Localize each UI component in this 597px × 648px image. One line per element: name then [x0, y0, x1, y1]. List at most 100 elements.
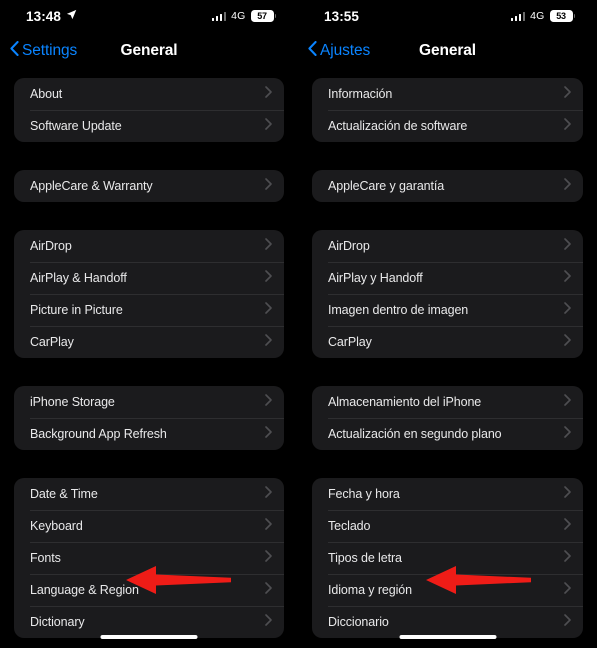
- settings-row-label: Dictionary: [30, 615, 85, 629]
- back-button[interactable]: Settings: [10, 41, 77, 61]
- settings-row[interactable]: Fecha y hora: [312, 478, 583, 510]
- settings-row[interactable]: Language & Region: [14, 574, 284, 606]
- settings-row-label: AirDrop: [30, 239, 72, 253]
- network-type: 4G: [530, 10, 545, 22]
- chevron-right-icon: [265, 177, 272, 195]
- chevron-right-icon: [564, 517, 571, 535]
- settings-row[interactable]: Fonts: [14, 542, 284, 574]
- chevron-right-icon: [265, 237, 272, 255]
- chevron-right-icon: [265, 117, 272, 135]
- status-bar-right: 4G 57: [211, 10, 276, 22]
- settings-list: About Software Update AppleCare & Warranty…: [0, 78, 298, 638]
- battery-body: 57: [250, 10, 274, 22]
- settings-row[interactable]: Picture in Picture: [14, 294, 284, 326]
- settings-group: Date & Time Keyboard Fonts Language & Regio…: [14, 478, 284, 638]
- settings-row[interactable]: CarPlay: [14, 326, 284, 358]
- settings-row[interactable]: Diccionario: [312, 606, 583, 638]
- settings-row[interactable]: Background App Refresh: [14, 418, 284, 450]
- status-time: 13:48: [26, 8, 62, 24]
- status-bar: 13:55 4G 53: [298, 0, 597, 32]
- chevron-right-icon: [265, 613, 272, 631]
- settings-row-label: Date & Time: [30, 487, 98, 501]
- chevron-right-icon: [564, 393, 571, 411]
- cellular-bars-icon: [211, 11, 227, 21]
- settings-row-label: Fonts: [30, 551, 61, 565]
- spanish-settings-screen: 13:55 4G 53 Ajustes General Información …: [298, 0, 597, 648]
- network-type: 4G: [231, 10, 246, 22]
- settings-group: AppleCare y garantía: [312, 170, 583, 202]
- chevron-right-icon: [265, 333, 272, 351]
- chevron-right-icon: [564, 581, 571, 599]
- settings-row[interactable]: Información: [312, 78, 583, 110]
- settings-row-label: Fecha y hora: [328, 487, 400, 501]
- settings-group: AirDrop AirPlay y Handoff Imagen dentro de…: [312, 230, 583, 358]
- chevron-right-icon: [265, 269, 272, 287]
- status-time: 13:55: [324, 8, 360, 24]
- settings-row-label: Background App Refresh: [30, 427, 167, 441]
- settings-row[interactable]: AirDrop: [14, 230, 284, 262]
- settings-row[interactable]: Date & Time: [14, 478, 284, 510]
- navigation-bar: Settings General: [0, 32, 298, 70]
- chevron-right-icon: [564, 301, 571, 319]
- settings-row-label: Actualización en segundo plano: [328, 427, 502, 441]
- chevron-right-icon: [564, 177, 571, 195]
- chevron-right-icon: [265, 85, 272, 103]
- settings-row-label: About: [30, 87, 63, 101]
- comparison-screenshots: 13:48 4G 57 Settings General About Softw…: [0, 0, 597, 648]
- settings-row-label: AirPlay y Handoff: [328, 271, 423, 285]
- battery-cap: [274, 14, 276, 18]
- settings-row[interactable]: CarPlay: [312, 326, 583, 358]
- settings-group: iPhone Storage Background App Refresh: [14, 386, 284, 450]
- settings-row-label: Picture in Picture: [30, 303, 123, 317]
- chevron-right-icon: [564, 425, 571, 443]
- settings-row[interactable]: AppleCare & Warranty: [14, 170, 284, 202]
- chevron-right-icon: [564, 333, 571, 351]
- english-settings-screen: 13:48 4G 57 Settings General About Softw…: [0, 0, 298, 648]
- settings-row[interactable]: Actualización en segundo plano: [312, 418, 583, 450]
- settings-row[interactable]: AirDrop: [312, 230, 583, 262]
- settings-group: About Software Update: [14, 78, 284, 142]
- settings-group: AirDrop AirPlay & Handoff Picture in Pictu…: [14, 230, 284, 358]
- chevron-right-icon: [265, 301, 272, 319]
- battery-indicator: 57: [250, 10, 276, 22]
- settings-row[interactable]: Teclado: [312, 510, 583, 542]
- navigation-bar: Ajustes General: [298, 32, 597, 70]
- status-bar-left: 13:48: [26, 7, 77, 25]
- settings-row[interactable]: Dictionary: [14, 606, 284, 638]
- settings-row[interactable]: AirPlay & Handoff: [14, 262, 284, 294]
- battery-cap: [573, 14, 575, 18]
- settings-row[interactable]: Actualización de software: [312, 110, 583, 142]
- status-bar-left: 13:55: [324, 9, 359, 24]
- settings-row[interactable]: Tipos de letra: [312, 542, 583, 574]
- location-arrow-icon: [66, 7, 77, 25]
- settings-row[interactable]: Keyboard: [14, 510, 284, 542]
- settings-row[interactable]: Idioma y región: [312, 574, 583, 606]
- settings-row-label: AirPlay & Handoff: [30, 271, 127, 285]
- settings-row[interactable]: AppleCare y garantía: [312, 170, 583, 202]
- status-bar-right: 4G 53: [510, 10, 575, 22]
- settings-row[interactable]: About: [14, 78, 284, 110]
- battery-percent: 57: [257, 11, 267, 21]
- chevron-right-icon: [265, 549, 272, 567]
- settings-row[interactable]: Imagen dentro de imagen: [312, 294, 583, 326]
- settings-row[interactable]: Almacenamiento del iPhone: [312, 386, 583, 418]
- settings-row-label: Imagen dentro de imagen: [328, 303, 469, 317]
- settings-row-label: Idioma y región: [328, 583, 412, 597]
- chevron-right-icon: [564, 613, 571, 631]
- back-button[interactable]: Ajustes: [308, 41, 370, 61]
- settings-row-label: CarPlay: [328, 335, 372, 349]
- battery-indicator: 53: [549, 10, 575, 22]
- settings-row[interactable]: iPhone Storage: [14, 386, 284, 418]
- settings-group: AppleCare & Warranty: [14, 170, 284, 202]
- settings-row[interactable]: Software Update: [14, 110, 284, 142]
- settings-group: Fecha y hora Teclado Tipos de letra Idioma …: [312, 478, 583, 638]
- home-indicator: [399, 635, 496, 639]
- settings-group: Almacenamiento del iPhone Actualización e…: [312, 386, 583, 450]
- settings-row-label: Diccionario: [328, 615, 389, 629]
- chevron-right-icon: [564, 485, 571, 503]
- chevron-right-icon: [564, 269, 571, 287]
- chevron-right-icon: [265, 517, 272, 535]
- settings-row[interactable]: AirPlay y Handoff: [312, 262, 583, 294]
- settings-list: Información Actualización de software Appl…: [298, 78, 597, 638]
- chevron-right-icon: [265, 393, 272, 411]
